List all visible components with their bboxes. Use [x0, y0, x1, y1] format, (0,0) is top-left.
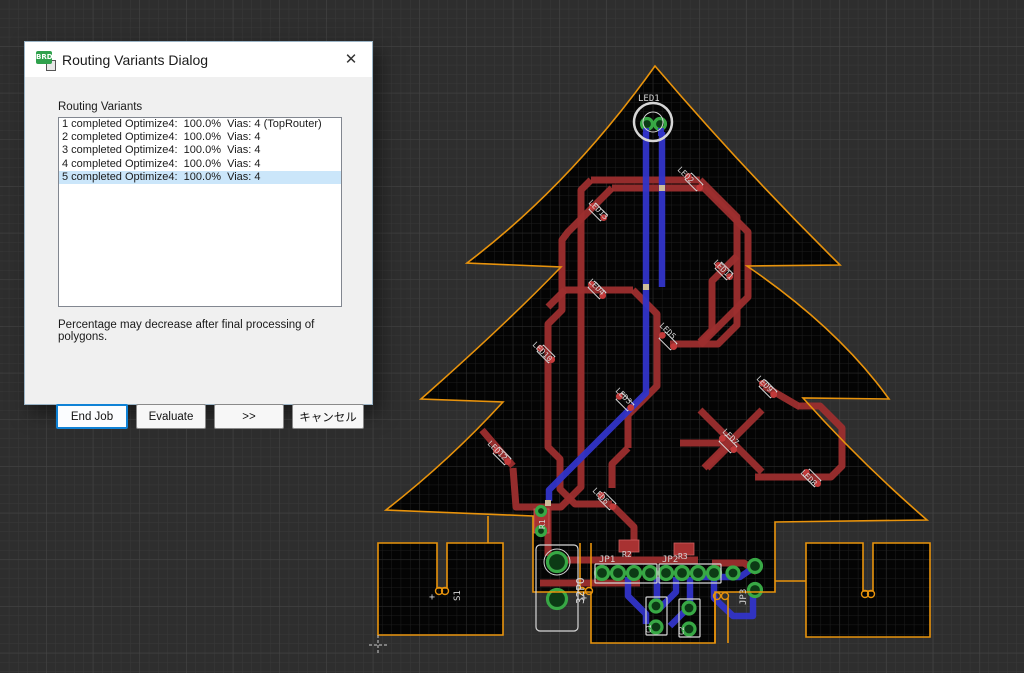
ref-designator: JP1 — [599, 555, 615, 565]
variant-row[interactable]: 3 completed Optimize4: 100.0% Vias: 4 — [59, 144, 341, 157]
cancel-button[interactable]: キャンセル — [292, 404, 364, 429]
ref-designator: C1 — [645, 625, 653, 633]
variant-row[interactable]: 5 completed Optimize4: 100.0% Vias: 4 — [59, 170, 341, 185]
ref-designator: LED1 — [638, 94, 660, 104]
app-window: { "window": { "title": "Routing Variants… — [0, 0, 1024, 673]
ref-designator: R2 — [622, 550, 632, 559]
dialog-titlebar[interactable]: BRD Routing Variants Dialog ✕ — [25, 42, 372, 77]
ref-designator: S1 — [453, 590, 463, 601]
ref-designator: + — [429, 592, 435, 603]
ref-designator: JP3 — [739, 589, 749, 605]
dialog-buttons: End Job Evaluate >> キャンセル — [56, 404, 364, 429]
routing-variants-dialog: BRD Routing Variants Dialog ✕ Routing Va… — [24, 41, 373, 429]
polygon-note: Percentage may decrease after final proc… — [58, 319, 315, 343]
variant-row[interactable]: 4 completed Optimize4: 100.0% Vias: 4 — [59, 158, 341, 171]
brd-file-icon: BRD — [36, 50, 56, 71]
ref-designator: R3 — [678, 552, 688, 561]
variant-row[interactable]: 1 completed Optimize4: 100.0% Vias: 4 (T… — [59, 118, 341, 131]
evaluate-button[interactable]: Evaluate — [136, 404, 206, 429]
close-icon[interactable]: ✕ — [340, 49, 362, 71]
ref-designator: R1 — [538, 519, 547, 529]
dialog-title: Routing Variants Dialog — [62, 51, 209, 68]
variant-row[interactable]: 2 completed Optimize4: 100.0% Vias: 4 — [59, 131, 341, 144]
routing-variants-label: Routing Variants — [58, 101, 143, 113]
ref-designator: JP2 — [662, 555, 678, 565]
routing-variants-listbox[interactable]: 1 completed Optimize4: 100.0% Vias: 4 (T… — [58, 117, 342, 307]
dialog-body: Routing Variants 1 completed Optimize4: … — [25, 77, 372, 429]
ref-designator: C2 — [678, 627, 686, 635]
next-variant-button[interactable]: >> — [214, 404, 284, 429]
ref-designator: + — [581, 593, 587, 604]
end-job-button[interactable]: End Job — [56, 404, 128, 429]
